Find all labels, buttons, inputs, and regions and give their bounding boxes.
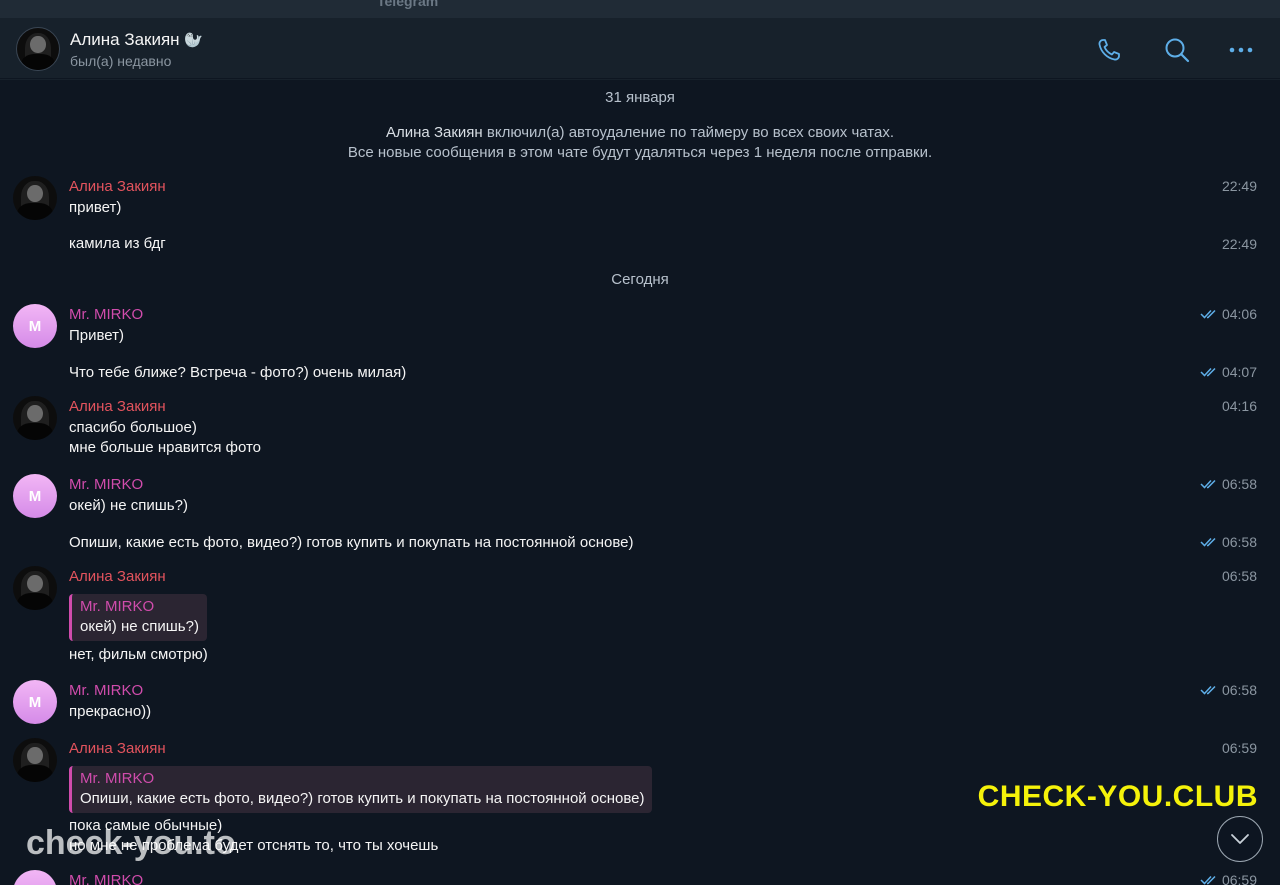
contact-name[interactable]: Алина Закиян 🦭 [70,30,203,50]
sender-avatar[interactable]: M [13,680,57,724]
window-titlebar: Telegram [0,0,1280,18]
service-message-line1: Алина Закиян включил(а) автоудаление по … [386,124,894,141]
date-separator: Сегодня [611,271,669,288]
sender-name[interactable]: Mr. MIRKO [69,306,143,323]
watermark-secondary: check-you.to [26,824,236,862]
search-button[interactable] [1163,36,1191,64]
message-text: прекрасно)) [69,703,152,720]
reply-quote[interactable]: Mr. MIRKO окей) не спишь?) [69,594,207,641]
search-icon [1165,38,1190,63]
sender-avatar[interactable] [13,396,57,440]
message-list[interactable]: 31 января Алина Закиян включил(а) автоуд… [0,80,1280,885]
reply-quote[interactable]: Mr. MIRKO Опиши, какие есть фото, видео?… [69,766,653,813]
read-check-icon [1200,875,1216,885]
emoji-icon: 🦭 [184,32,203,49]
more-dots-icon [1229,47,1253,53]
message-time: 06:58 [1200,534,1257,550]
sender-avatar[interactable]: M [13,304,57,348]
message-time: 06:59 [1200,872,1257,885]
sender-avatar[interactable]: M [13,870,57,885]
service-message-line2: Все новые сообщения в этом чате будут уд… [347,144,933,161]
sender-avatar[interactable] [13,176,57,220]
read-check-icon [1200,685,1216,695]
call-button[interactable] [1095,36,1123,64]
message-time: 06:58 [1221,568,1257,584]
message-text: Что тебе ближе? Встреча - фото?) очень м… [69,364,407,381]
message-text: Опиши, какие есть фото, видео?) готов ку… [69,534,634,551]
message-time: 04:06 [1200,306,1257,322]
phone-icon [1098,39,1120,61]
sender-name[interactable]: Алина Закиян [69,568,166,585]
message-time: 22:49 [1221,178,1257,194]
sender-name[interactable]: Mr. MIRKO [69,682,143,699]
message-time: 04:07 [1200,364,1257,380]
sender-name[interactable]: Алина Закиян [69,398,166,415]
contact-status: был(а) недавно [70,53,172,69]
message-text: камила из бдг [69,235,166,252]
read-check-icon [1200,309,1216,319]
message-time: 22:49 [1221,236,1257,252]
chevron-down-icon [1231,834,1249,844]
message-text: мне больше нравится фото [69,439,262,456]
sender-avatar[interactable] [13,738,57,782]
message-text: нет, фильм смотрю) [69,646,208,663]
sender-name[interactable]: Алина Закиян [69,178,166,195]
message-time: 06:58 [1200,682,1257,698]
message-text: спасибо большое) [69,419,197,436]
message-text: окей) не спишь?) [69,497,188,514]
watermark-primary: CHECK-YOU.CLUB [977,780,1258,813]
date-separator: 31 января [605,89,675,106]
reply-sender: Mr. MIRKO [80,598,155,615]
message-time: 04:16 [1221,398,1257,414]
contact-avatar[interactable] [16,27,60,71]
chat-header: Алина Закиян 🦭 был(а) недавно [0,18,1280,79]
reply-text: окей) не спишь?) [80,618,199,635]
sender-avatar[interactable] [13,566,57,610]
sender-name[interactable]: Алина Закиян [69,740,166,757]
scroll-down-button[interactable] [1217,816,1263,862]
message-time: 06:59 [1221,740,1257,756]
message-time: 06:58 [1200,476,1257,492]
read-check-icon [1200,479,1216,489]
more-button[interactable] [1227,36,1255,64]
sender-name[interactable]: Mr. MIRKO [69,872,143,885]
sender-name[interactable]: Mr. MIRKO [69,476,143,493]
read-check-icon [1200,367,1216,377]
message-text: Привет) [69,327,125,344]
message-text: привет) [69,199,122,216]
sender-avatar[interactable]: M [13,474,57,518]
read-check-icon [1200,537,1216,547]
reply-text: Опиши, какие есть фото, видео?) готов ку… [80,790,645,807]
reply-sender: Mr. MIRKO [80,770,155,787]
window-title: Telegram [377,0,439,9]
